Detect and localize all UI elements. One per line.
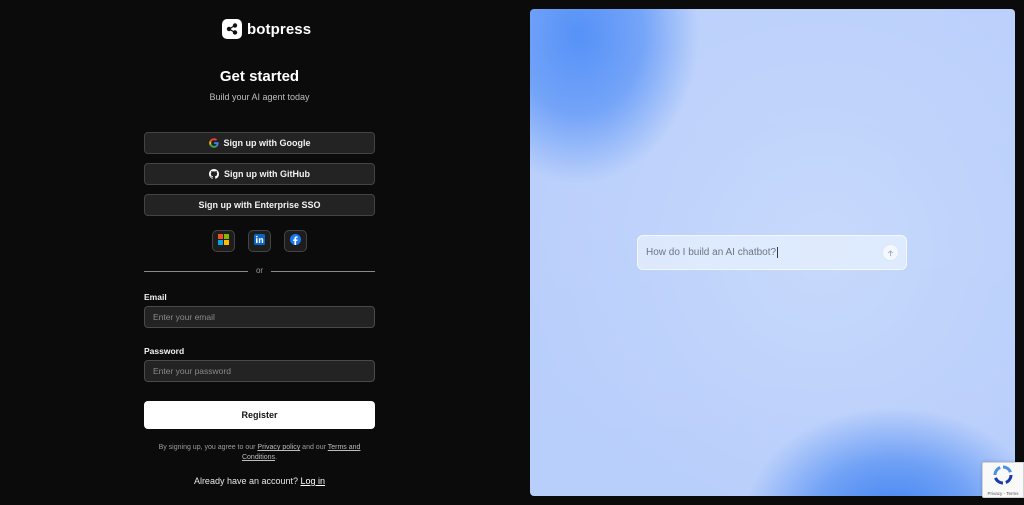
page-subtitle: Build your AI agent today	[209, 92, 310, 102]
microsoft-icon	[218, 232, 229, 250]
login-link[interactable]: Log in	[301, 476, 326, 486]
terms-prefix: By signing up, you agree to our	[158, 444, 256, 451]
google-signup-button[interactable]: Sign up with Google	[144, 132, 375, 154]
recaptcha-badge[interactable]: Privacy - Terms	[982, 462, 1024, 498]
terms-suffix: .	[275, 454, 278, 461]
microsoft-signup-button[interactable]	[212, 230, 235, 252]
signup-panel: botpress Get started Build your AI agent…	[0, 0, 520, 505]
sso-signup-button[interactable]: Sign up with Enterprise SSO	[144, 194, 375, 216]
sso-signup-label: Sign up with Enterprise SSO	[198, 200, 321, 210]
brand-name: botpress	[247, 20, 312, 38]
divider-line-left	[144, 270, 248, 272]
email-field[interactable]	[144, 306, 375, 328]
arrow-up-icon	[887, 244, 894, 262]
terms-notice: By signing up, you agree to our Privacy …	[144, 443, 375, 463]
google-icon	[208, 138, 219, 148]
email-label: Email	[144, 292, 167, 302]
divider-line-right	[271, 270, 375, 272]
github-signup-label: Sign up with GitHub	[224, 169, 310, 179]
social-signup-row	[212, 230, 307, 252]
google-signup-label: Sign up with Google	[223, 138, 311, 148]
linkedin-icon	[254, 232, 265, 250]
github-signup-button[interactable]: Sign up with GitHub	[144, 163, 375, 185]
password-label: Password	[144, 346, 185, 356]
chat-prompt-input[interactable]: How do I build an AI chatbot?	[637, 235, 907, 270]
hero-panel: How do I build an AI chatbot?	[530, 9, 1015, 496]
privacy-policy-link[interactable]: Privacy policy	[257, 444, 300, 451]
text-caret	[777, 247, 779, 258]
recaptcha-links[interactable]: Privacy - Terms	[988, 491, 1019, 496]
recaptcha-icon	[993, 464, 1013, 490]
facebook-icon	[290, 232, 301, 250]
login-prompt-text: Already have an account?	[193, 476, 299, 486]
password-field[interactable]	[144, 360, 375, 382]
register-button[interactable]: Register	[144, 401, 375, 429]
brand-logo[interactable]: botpress	[222, 19, 311, 39]
chat-prompt-text: How do I build an AI chatbot?	[646, 247, 777, 258]
login-prompt: Already have an account? Log in	[0, 476, 519, 486]
linkedin-signup-button[interactable]	[248, 230, 271, 252]
signup-page: botpress Get started Build your AI agent…	[0, 0, 1024, 505]
terms-middle: and our	[302, 444, 326, 451]
botpress-logo-icon	[222, 19, 242, 39]
facebook-signup-button[interactable]	[284, 230, 307, 252]
divider-text: or	[255, 266, 264, 275]
page-title: Get started	[219, 68, 300, 85]
github-icon	[209, 169, 219, 179]
or-divider: or	[144, 266, 375, 276]
send-button[interactable]	[882, 244, 899, 261]
